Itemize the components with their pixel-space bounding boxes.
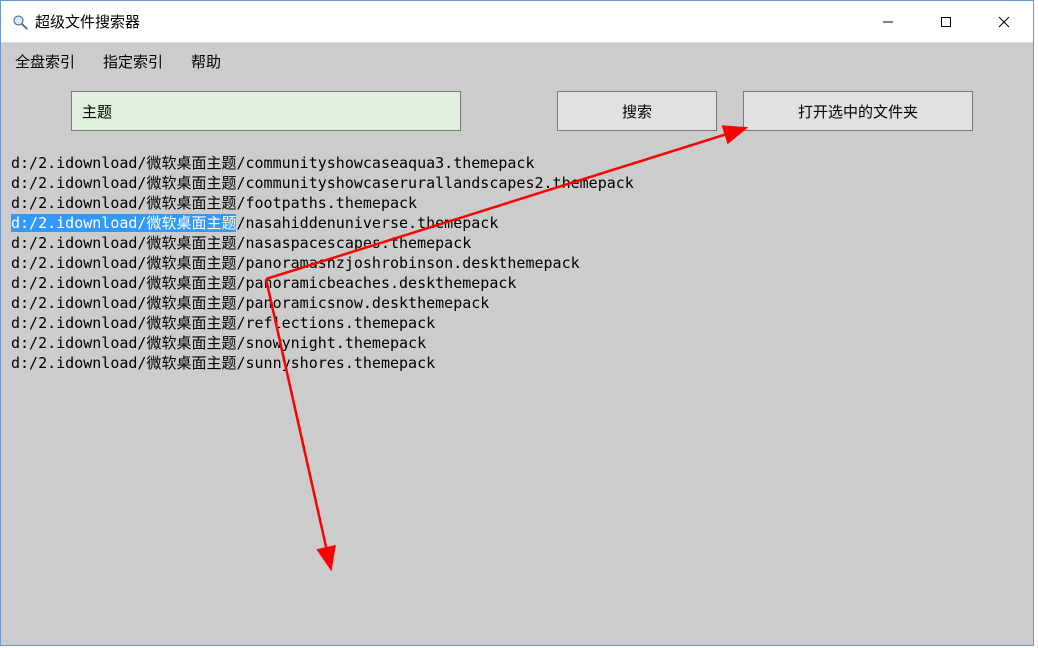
menu-custom-index[interactable]: 指定索引 bbox=[101, 47, 165, 76]
open-folder-button[interactable]: 打开选中的文件夹 bbox=[743, 91, 973, 131]
result-item[interactable]: d:/2.idownload/微软桌面主题/sunnyshores.themep… bbox=[11, 353, 1023, 373]
result-item[interactable]: d:/2.idownload/微软桌面主题/nasahiddenuniverse… bbox=[11, 213, 1023, 233]
app-window: 超级文件搜索器 全盘索引 指定索引 帮助 搜索 打开选中的文件夹 d:/2.id… bbox=[0, 0, 1034, 646]
window-title: 超级文件搜索器 bbox=[35, 11, 140, 32]
result-item[interactable]: d:/2.idownload/微软桌面主题/reflections.themep… bbox=[11, 313, 1023, 333]
result-list[interactable]: d:/2.idownload/微软桌面主题/communityshowcasea… bbox=[11, 153, 1023, 373]
toolbar: 搜索 打开选中的文件夹 bbox=[11, 91, 1023, 131]
result-item[interactable]: d:/2.idownload/微软桌面主题/communityshowcaser… bbox=[11, 173, 1023, 193]
result-item[interactable]: d:/2.idownload/微软桌面主题/panoramicbeaches.d… bbox=[11, 273, 1023, 293]
menu-full-index[interactable]: 全盘索引 bbox=[13, 47, 77, 76]
titlebar-left: 超级文件搜索器 bbox=[11, 11, 140, 32]
maximize-button[interactable] bbox=[917, 1, 975, 42]
minimize-button[interactable] bbox=[859, 1, 917, 42]
window-controls bbox=[859, 1, 1033, 42]
result-item[interactable]: d:/2.idownload/微软桌面主题/footpaths.themepac… bbox=[11, 193, 1023, 213]
search-input[interactable] bbox=[71, 91, 461, 131]
menu-help[interactable]: 帮助 bbox=[189, 47, 223, 76]
result-item[interactable]: d:/2.idownload/微软桌面主题/snowynight.themepa… bbox=[11, 333, 1023, 353]
close-button[interactable] bbox=[975, 1, 1033, 42]
result-item[interactable]: d:/2.idownload/微软桌面主题/panoramicsnow.desk… bbox=[11, 293, 1023, 313]
menubar: 全盘索引 指定索引 帮助 bbox=[1, 43, 1033, 79]
result-item[interactable]: d:/2.idownload/微软桌面主题/panoramasnzjoshrob… bbox=[11, 253, 1023, 273]
content-area: 搜索 打开选中的文件夹 d:/2.idownload/微软桌面主题/commun… bbox=[1, 79, 1033, 645]
search-button[interactable]: 搜索 bbox=[557, 91, 717, 131]
result-item[interactable]: d:/2.idownload/微软桌面主题/communityshowcasea… bbox=[11, 153, 1023, 173]
result-item[interactable]: d:/2.idownload/微软桌面主题/nasaspacescapes.th… bbox=[11, 233, 1023, 253]
titlebar[interactable]: 超级文件搜索器 bbox=[1, 1, 1033, 43]
magnifier-icon bbox=[11, 13, 29, 31]
